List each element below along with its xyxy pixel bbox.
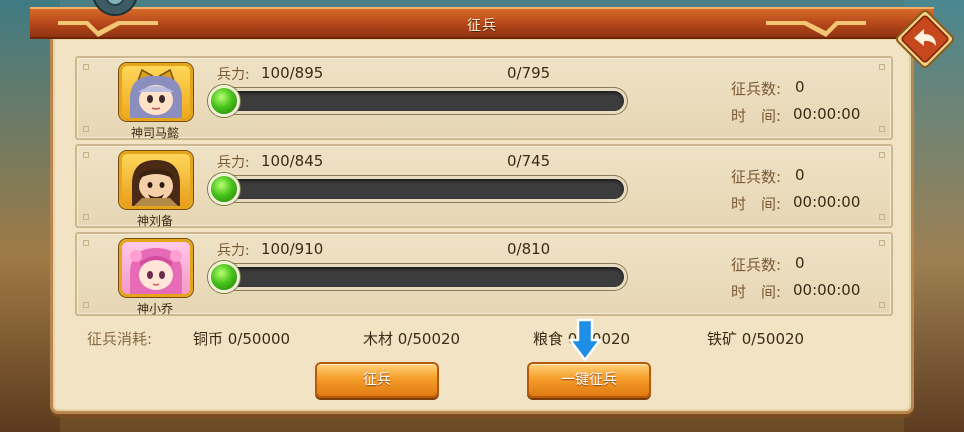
back-button[interactable] [894, 8, 956, 70]
recruit-panel: 神司马懿 兵力: 100/895 0/795 征兵数: 0 时 间: 00:00… [50, 38, 914, 414]
hero-portrait[interactable] [119, 63, 193, 121]
troop-value: 100/910 [261, 240, 324, 258]
recruit-count-label: 征兵数: [731, 168, 782, 186]
gear-icon[interactable] [92, 0, 138, 16]
troop-value: 100/845 [261, 152, 324, 170]
title-ornament-icon [766, 21, 866, 37]
recruit-slider-knob[interactable] [208, 173, 240, 205]
recruit-button[interactable]: 征兵 [315, 362, 439, 398]
recruit-all-button[interactable]: 一键征兵 [527, 362, 651, 398]
cost-copper: 铜币 0/50000 [193, 330, 291, 348]
recruit-slider-knob[interactable] [208, 261, 240, 293]
hero-row: 神刘备 兵力: 100/845 0/745 征兵数: 0 时 间: 00:00:… [75, 144, 893, 228]
recruit-count-value: 0 [795, 78, 805, 96]
hero-avatar-icon [130, 68, 182, 118]
recruit-count-label: 征兵数: [731, 80, 782, 98]
hero-row: 神小乔 兵力: 100/910 0/810 征兵数: 0 时 间: 00:00:… [75, 232, 893, 316]
recruit-count-label: 征兵数: [731, 256, 782, 274]
hero-portrait[interactable] [119, 151, 193, 209]
cost-title: 征兵消耗: [87, 330, 153, 348]
hero-row: 神司马懿 兵力: 100/895 0/795 征兵数: 0 时 间: 00:00… [75, 56, 893, 140]
recruit-ratio: 0/745 [507, 152, 551, 170]
hero-portrait[interactable] [119, 239, 193, 297]
time-label: 时 间: [731, 107, 782, 125]
row-corner-ornament [879, 214, 885, 220]
recruit-count-value: 0 [795, 254, 805, 272]
time-value: 00:00:00 [793, 193, 861, 211]
time-value: 00:00:00 [793, 281, 861, 299]
hero-avatar-icon [132, 160, 180, 206]
cost-wood: 木材 0/50020 [363, 330, 461, 348]
recruit-slider[interactable] [208, 173, 627, 205]
row-corner-ornament [879, 126, 885, 132]
hero-name: 神小乔 [136, 302, 173, 316]
recruit-count-value: 0 [795, 166, 805, 184]
time-value: 00:00:00 [793, 105, 861, 123]
recruit-slider[interactable] [208, 85, 627, 117]
row-corner-ornament [83, 214, 89, 220]
row-corner-ornament [879, 64, 885, 70]
row-corner-ornament [83, 152, 89, 158]
gear-glyph [105, 0, 125, 6]
row-corner-ornament [879, 240, 885, 246]
hero-name: 神司马懿 [130, 126, 179, 140]
recruit-slider-knob[interactable] [208, 85, 240, 117]
back-arrow-icon [895, 9, 955, 69]
troop-value: 100/895 [261, 64, 324, 82]
row-corner-ornament [879, 152, 885, 158]
recruit-ratio: 0/795 [507, 64, 551, 82]
row-corner-ornament [83, 302, 89, 308]
troop-label: 兵力: [217, 155, 250, 171]
time-label: 时 间: [731, 283, 782, 301]
row-corner-ornament [879, 302, 885, 308]
recruit-ratio: 0/810 [507, 240, 551, 258]
row-corner-ornament [83, 126, 89, 132]
recruit-slider[interactable] [208, 261, 627, 293]
hero-avatar-icon [130, 248, 182, 294]
down-arrow-icon [568, 318, 602, 362]
recruit-cost-line: 征兵消耗: 铜币 0/50000 木材 0/50020 粮食 0/50020 铁… [87, 328, 887, 350]
title-bar: 征兵 [30, 7, 934, 39]
time-label: 时 间: [731, 195, 782, 213]
row-corner-ornament [83, 64, 89, 70]
hero-name: 神刘备 [136, 214, 173, 228]
troop-label: 兵力: [217, 67, 250, 83]
cost-iron: 铁矿 0/50020 [707, 330, 805, 348]
row-corner-ornament [83, 240, 89, 246]
troop-label: 兵力: [217, 243, 250, 259]
